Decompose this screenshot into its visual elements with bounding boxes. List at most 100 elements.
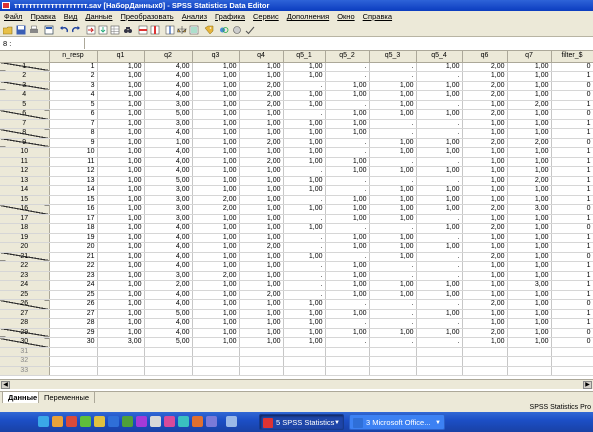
data-cell[interactable]: 1,00 xyxy=(462,195,508,205)
data-cell[interactable]: 1,00 xyxy=(239,176,284,186)
data-cell[interactable]: 2,00 xyxy=(192,271,240,281)
menu-item[interactable]: Графика xyxy=(211,11,249,23)
column-header[interactable]: q5_3 xyxy=(369,51,417,63)
data-cell[interactable]: 1 xyxy=(551,166,593,177)
data-cell[interactable] xyxy=(49,347,98,357)
data-cell[interactable]: . xyxy=(369,271,417,281)
quicklaunch-word-icon[interactable] xyxy=(108,416,119,427)
data-cell[interactable] xyxy=(97,366,145,376)
data-cell[interactable]: . xyxy=(283,166,326,177)
data-cell[interactable]: 1,00 xyxy=(192,71,240,82)
data-cell[interactable]: 21 xyxy=(49,252,98,262)
data-cell[interactable]: 1,00 xyxy=(283,328,326,338)
data-cell[interactable] xyxy=(97,347,145,357)
data-cell[interactable]: 1,00 xyxy=(325,242,370,253)
data-cell[interactable]: 15 xyxy=(49,195,98,205)
data-cell[interactable]: 1,00 xyxy=(325,290,370,300)
data-cell[interactable]: 1 xyxy=(49,62,98,72)
data-cell[interactable]: 1 xyxy=(551,157,593,167)
data-cell[interactable]: 1,00 xyxy=(192,138,240,148)
column-header[interactable]: q1 xyxy=(97,51,145,63)
data-cell[interactable]: 1,00 xyxy=(462,271,508,281)
row-header[interactable]: 29 xyxy=(0,328,50,338)
data-cell[interactable]: 4,00 xyxy=(144,147,193,158)
row-header[interactable]: 25 xyxy=(0,290,50,300)
column-header[interactable]: q2 xyxy=(144,51,193,63)
data-cell[interactable]: . xyxy=(325,176,370,186)
data-cell[interactable]: 1,00 xyxy=(462,166,508,177)
data-cell[interactable] xyxy=(49,366,98,376)
data-cell[interactable]: 1 xyxy=(551,271,593,281)
data-cell[interactable]: 3,00 xyxy=(97,337,145,348)
data-cell[interactable]: 1,00 xyxy=(416,185,463,196)
data-cell[interactable]: 2,00 xyxy=(462,204,508,215)
data-cell[interactable]: 4,00 xyxy=(144,90,193,101)
data-cell[interactable]: 5,00 xyxy=(144,109,193,120)
data-cell[interactable]: 1,00 xyxy=(507,166,552,177)
data-cell[interactable]: . xyxy=(325,138,370,148)
quicklaunch-network-icon[interactable] xyxy=(178,416,189,427)
data-cell[interactable]: 1,00 xyxy=(507,185,552,196)
data-cell[interactable]: 1,00 xyxy=(462,214,508,224)
data-cell[interactable]: 1,00 xyxy=(507,242,552,253)
data-cell[interactable]: 1,00 xyxy=(462,309,508,319)
data-cell[interactable]: 4,00 xyxy=(144,81,193,91)
data-cell[interactable]: 1,00 xyxy=(507,271,552,281)
data-cell[interactable] xyxy=(325,347,370,357)
data-cell[interactable]: 1,00 xyxy=(192,176,240,186)
data-cell[interactable]: 27 xyxy=(49,309,98,319)
data-cell[interactable]: 1,00 xyxy=(192,328,240,338)
data-cell[interactable]: . xyxy=(369,337,417,348)
menu-item[interactable]: Анализ xyxy=(178,11,211,23)
taskbar-office-button[interactable]: 3 Microsoft Office... ▼ xyxy=(349,414,445,430)
data-cell[interactable]: 16 xyxy=(49,204,98,215)
data-cell[interactable]: 2,00 xyxy=(462,299,508,310)
row-header[interactable]: 17 xyxy=(0,214,50,224)
data-cell[interactable] xyxy=(369,366,417,376)
data-cell[interactable]: 1,00 xyxy=(325,166,370,177)
data-cell[interactable] xyxy=(239,356,284,367)
data-cell[interactable]: 1,00 xyxy=(507,128,552,139)
data-cell[interactable]: . xyxy=(369,71,417,82)
data-cell[interactable]: 1,00 xyxy=(507,195,552,205)
data-cell[interactable]: 1,00 xyxy=(462,128,508,139)
data-cell[interactable]: 11 xyxy=(49,157,98,167)
data-cell[interactable]: . xyxy=(325,100,370,110)
data-cell[interactable]: . xyxy=(416,100,463,110)
data-cell[interactable]: 1,00 xyxy=(369,195,417,205)
menu-item[interactable]: Справка xyxy=(359,11,396,23)
data-cell[interactable]: 1,00 xyxy=(369,166,417,177)
column-header[interactable]: q6 xyxy=(462,51,508,63)
data-cell[interactable]: 1,00 xyxy=(325,195,370,205)
data-cell[interactable]: . xyxy=(416,337,463,348)
data-cell[interactable]: 10 xyxy=(49,147,98,158)
data-cell[interactable] xyxy=(507,347,552,357)
data-cell[interactable]: 1,00 xyxy=(97,119,145,129)
data-cell[interactable]: . xyxy=(283,81,326,91)
data-cell[interactable]: 0 xyxy=(551,62,593,72)
data-cell[interactable]: 1,00 xyxy=(192,128,240,139)
data-cell[interactable]: 2,00 xyxy=(192,195,240,205)
data-cell[interactable]: 24 xyxy=(49,280,98,291)
data-cell[interactable]: 1,00 xyxy=(369,242,417,253)
row-header[interactable]: 11 xyxy=(0,157,50,167)
data-cell[interactable]: 1,00 xyxy=(462,280,508,291)
row-header[interactable]: 12 xyxy=(0,166,50,177)
goto-variable-icon[interactable] xyxy=(98,25,108,35)
data-cell[interactable]: 1,00 xyxy=(283,119,326,129)
data-cell[interactable]: 1,00 xyxy=(239,328,284,338)
data-cell[interactable]: 1,00 xyxy=(239,71,284,82)
data-cell[interactable]: 1,00 xyxy=(97,223,145,234)
data-cell[interactable]: 1,00 xyxy=(507,328,552,338)
data-cell[interactable]: 1,00 xyxy=(283,204,326,215)
data-cell[interactable]: . xyxy=(416,128,463,139)
data-cell[interactable]: 1,00 xyxy=(192,109,240,120)
data-cell[interactable]: . xyxy=(325,337,370,348)
data-cell[interactable]: 1,00 xyxy=(462,290,508,300)
data-cell[interactable]: 1,00 xyxy=(369,290,417,300)
data-cell[interactable]: . xyxy=(325,62,370,72)
data-cell[interactable]: 2 xyxy=(49,71,98,82)
data-cell[interactable]: 1,00 xyxy=(369,185,417,196)
data-cell[interactable]: 3,00 xyxy=(144,214,193,224)
data-cell[interactable]: 2,00 xyxy=(239,290,284,300)
